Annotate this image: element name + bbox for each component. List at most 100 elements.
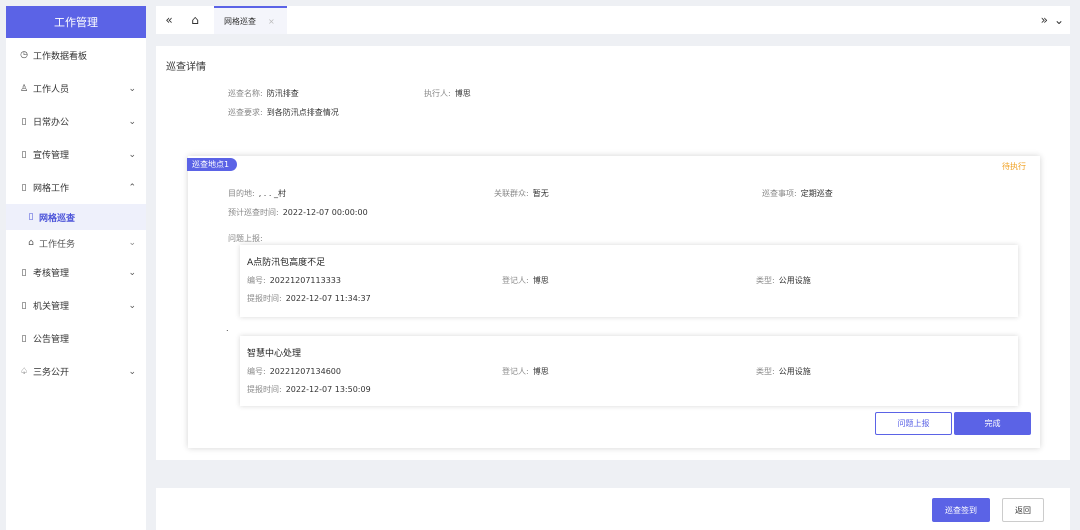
- report-title: A点防汛包高度不足: [247, 258, 326, 268]
- separator-dot: .: [226, 324, 229, 333]
- field-value: 博思: [532, 276, 549, 285]
- field-value: 定期巡查: [800, 189, 833, 198]
- report-type-field: 类型: 公用设施: [756, 275, 811, 286]
- patrol-detail-panel: 巡查详情 巡查名称: 防汛排查 执行人: 博思 巡查要求: 到各防汛点排查情况 巡查地…: [156, 46, 1070, 460]
- field-value: 公用设施: [778, 276, 811, 285]
- field-value: 博思: [532, 367, 549, 376]
- field-value: 2022-12-07 13:50:09: [285, 385, 371, 394]
- issue-report-card[interactable]: A点防汛包高度不足 编号: 20221207113333 登记人: 博思 类型: 公用…: [240, 245, 1018, 317]
- chevron-down-icon: ⌄: [128, 300, 136, 311]
- field-value: 暂无: [532, 189, 549, 198]
- document-icon: ▯: [21, 300, 27, 311]
- field-label: 类型:: [756, 367, 775, 376]
- sidebar-item-dashboard[interactable]: ◷ 工作数据看板: [6, 38, 146, 72]
- tab-label: 网格巡查: [224, 16, 256, 26]
- sidebar-subitem-grid-patrol[interactable]: ▯ 网格巡查: [6, 204, 146, 230]
- collapse-icon[interactable]: «: [156, 13, 182, 27]
- home-icon[interactable]: ⌂: [182, 13, 208, 27]
- field-label: 登记人:: [502, 367, 529, 376]
- field-value: 2022-12-07 00:00:00: [282, 208, 368, 217]
- sidebar-item-organ[interactable]: ▯ 机关管理 ⌄: [6, 289, 146, 322]
- field-label: 目的地:: [228, 189, 255, 198]
- field-value: 公用设施: [778, 367, 811, 376]
- field-label: 关联群众:: [494, 189, 529, 198]
- field-label: 问题上报:: [228, 234, 263, 243]
- chevron-down-icon[interactable]: ⌄: [1054, 13, 1064, 27]
- person-icon: ♙: [19, 83, 29, 94]
- report-number-field: 编号: 20221207134600: [247, 366, 341, 377]
- chevron-down-icon: ⌄: [128, 83, 136, 94]
- chevron-down-icon: ⌄: [128, 116, 136, 127]
- tab-grid-patrol[interactable]: 网格巡查 ×: [214, 6, 287, 34]
- chevron-down-icon: ⌄: [128, 238, 136, 248]
- chevron-down-icon: ⌄: [128, 149, 136, 160]
- sidebar-item-label: 日常办公: [33, 118, 70, 128]
- top-bar: « ⌂ 网格巡查 × » ⌄: [156, 6, 1070, 34]
- sidebar-item-label: 宣传管理: [33, 151, 70, 161]
- patrol-matter-field: 巡查事项: 定期巡查: [762, 188, 833, 199]
- sidebar-item-label: 公告管理: [33, 335, 70, 345]
- sidebar-title: 工作管理: [6, 6, 146, 38]
- document-icon: ▯: [21, 116, 27, 127]
- sidebar-item-assessment[interactable]: ▯ 考核管理 ⌄: [6, 256, 146, 289]
- document-icon: ▯: [21, 182, 27, 193]
- field-value: 博思: [454, 89, 471, 98]
- sidebar-subitem-label: 工作任务: [39, 239, 76, 250]
- sidebar-item-public-affairs[interactable]: ♤ 三务公开 ⌄: [6, 355, 146, 388]
- sidebar-item-staff[interactable]: ♙ 工作人员 ⌄: [6, 72, 146, 105]
- bell-icon: ♤: [19, 366, 29, 377]
- patrol-location-card: 巡查地点1 待执行 目的地:, . . _村 关联群众: 暂无 巡查事项: 定期巡查…: [187, 156, 1040, 448]
- field-value: , . . _村: [258, 189, 286, 198]
- field-label: 登记人:: [502, 276, 529, 285]
- document-icon: ▯: [21, 149, 27, 160]
- document-icon: ▯: [21, 333, 27, 344]
- report-registrant-field: 登记人: 博思: [502, 275, 549, 286]
- field-label: 编号:: [247, 367, 266, 376]
- sidebar-item-office[interactable]: ▯ 日常办公 ⌄: [6, 105, 146, 138]
- sidebar-item-label: 考核管理: [33, 269, 70, 279]
- field-value: 到各防汛点排查情况: [266, 108, 339, 117]
- report-issue-button[interactable]: 问题上报: [875, 412, 952, 435]
- field-value: 20221207113333: [269, 276, 341, 285]
- sidebar-menu: ◷ 工作数据看板 ♙ 工作人员 ⌄ ▯ 日常办公 ⌄ ▯ 宣传管理 ⌄ ▯ 网格…: [6, 38, 146, 388]
- sidebar-item-grid-work[interactable]: ▯ 网格工作 ⌃: [6, 171, 146, 204]
- sidebar-item-label: 网格工作: [33, 184, 70, 194]
- sidebar-item-publicity[interactable]: ▯ 宣传管理 ⌄: [6, 138, 146, 171]
- related-people-field: 关联群众: 暂无: [494, 188, 549, 199]
- field-value: 20221207134600: [269, 367, 341, 376]
- report-registrant-field: 登记人: 博思: [502, 366, 549, 377]
- report-time-field: 提报时间: 2022-12-07 13:50:09: [247, 384, 371, 395]
- field-label: 巡查名称:: [228, 89, 263, 98]
- report-time-field: 提报时间: 2022-12-07 11:34:37: [247, 293, 371, 304]
- patrol-name-field: 巡查名称: 防汛排查: [228, 88, 299, 99]
- field-label: 预计巡查时间:: [228, 208, 279, 217]
- executor-field: 执行人: 博思: [424, 88, 471, 99]
- patrol-sign-in-button[interactable]: 巡查签到: [932, 498, 990, 522]
- sidebar: 工作管理 ◷ 工作数据看板 ♙ 工作人员 ⌄ ▯ 日常办公 ⌄ ▯ 宣传管理 ⌄…: [6, 6, 146, 530]
- report-type-field: 类型: 公用设施: [756, 366, 811, 377]
- field-label: 巡查事项:: [762, 189, 797, 198]
- field-label: 执行人:: [424, 89, 451, 98]
- close-icon[interactable]: ×: [268, 17, 275, 26]
- field-label: 巡查要求:: [228, 108, 263, 117]
- scroll-right-icon[interactable]: »: [1041, 13, 1048, 27]
- field-label: 提报时间:: [247, 294, 282, 303]
- document-icon: ▯: [21, 267, 27, 278]
- sidebar-item-label: 机关管理: [33, 302, 70, 312]
- issue-report-card[interactable]: 智慧中心处理 编号: 20221207134600 登记人: 博思 类型: 公用设施 …: [240, 336, 1018, 406]
- issues-label: 问题上报:: [228, 233, 263, 244]
- sidebar-item-label: 三务公开: [33, 368, 70, 378]
- destination-field: 目的地:, . . _村: [228, 188, 286, 199]
- footer-bar: 巡查签到 返回: [156, 488, 1070, 530]
- sidebar-subitem-label: 网格巡查: [39, 213, 76, 224]
- document-icon: ▯: [28, 212, 34, 222]
- report-title: 智慧中心处理: [247, 349, 302, 359]
- field-value: 防汛排查: [266, 89, 299, 98]
- report-number-field: 编号: 20221207113333: [247, 275, 341, 286]
- chevron-up-icon: ⌃: [128, 182, 136, 193]
- sidebar-item-label: 工作数据看板: [33, 51, 88, 62]
- back-button[interactable]: 返回: [1002, 498, 1044, 522]
- sidebar-subitem-work-tasks[interactable]: ⌂ 工作任务 ⌄: [6, 230, 146, 256]
- complete-button[interactable]: 完成: [954, 412, 1031, 435]
- sidebar-item-notice[interactable]: ▯ 公告管理: [6, 322, 146, 355]
